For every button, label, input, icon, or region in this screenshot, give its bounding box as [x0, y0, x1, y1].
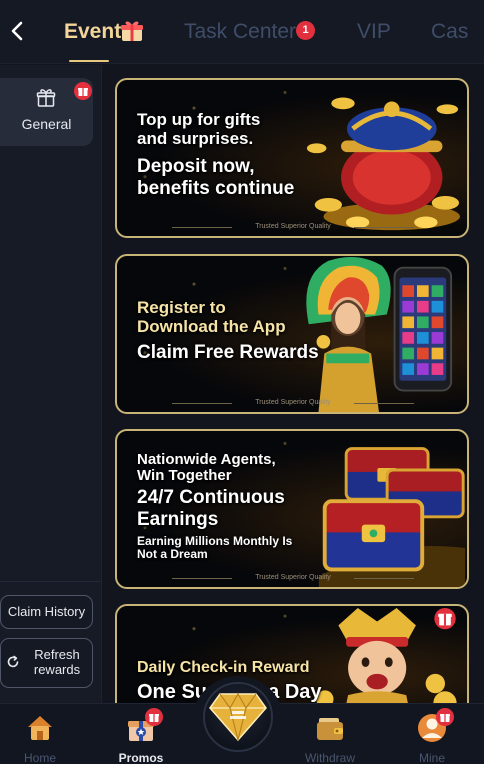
nav-mine-label: Mine — [418, 751, 445, 764]
nav-promos-label: Promos — [118, 751, 164, 764]
footer-rule-left — [172, 403, 232, 404]
promo-banner-deposit[interactable]: Top up for gifts and surprises. Deposit … — [115, 78, 469, 238]
top-tab-bar: Event Task Center 1 VIP Cas — [0, 0, 484, 64]
gold-diamond-icon — [209, 692, 267, 742]
nav-mine[interactable]: Mine — [392, 708, 472, 764]
refresh-icon — [7, 655, 19, 668]
banner-footer: Trusted Superior Quality — [117, 398, 467, 408]
banner-deposit-line-3: Deposit now, — [137, 156, 255, 177]
banner-agents-line-3: 24/7 Continuous — [137, 487, 285, 508]
nav-home[interactable]: Home — [0, 710, 80, 764]
banner-footer-text: Trusted Superior Quality — [255, 574, 331, 581]
footer-rule-left — [172, 227, 232, 228]
banner-app-line-2: Download the App — [137, 317, 286, 336]
banner-agents-line-1: Nationwide Agents, — [137, 451, 276, 468]
nav-home-label: Home — [23, 751, 56, 764]
tab-casino[interactable]: Cas — [431, 18, 468, 46]
tab-event-label: Event — [64, 20, 122, 43]
banner-deposit-line-4: benefits continue — [137, 178, 295, 199]
footer-rule-right — [354, 227, 414, 228]
category-sidebar: General Claim History Refresh rewards — [0, 65, 102, 703]
tab-task-center-label: Task Center — [184, 20, 297, 43]
gift-badge-icon — [436, 708, 454, 726]
gift-badge-icon — [74, 82, 92, 100]
task-center-badge: 1 — [296, 21, 315, 40]
treasure-pot-illustration — [306, 97, 460, 231]
promo-banner-checkin[interactable]: Daily Check-in Reward One Surprise a Day — [115, 604, 469, 703]
back-button[interactable] — [6, 16, 28, 46]
banner-footer: Trusted Superior Quality — [117, 222, 467, 232]
banner-agents-line-2: Win Together — [137, 467, 232, 484]
nav-promos[interactable]: Promos — [101, 708, 181, 764]
promo-banner-app-download[interactable]: Register to Download the App Claim Free … — [115, 254, 469, 414]
promotion-list: Top up for gifts and surprises. Deposit … — [103, 65, 484, 703]
banner-footer-text: Trusted Superior Quality — [255, 399, 331, 406]
footer-rule-right — [354, 578, 414, 579]
banner-app-line-1: Register to — [137, 298, 226, 317]
sidebar-divider — [0, 581, 102, 582]
fortune-god-illustration — [316, 607, 457, 703]
sidebar-item-general[interactable]: General — [0, 78, 93, 146]
banner-agents-line-6: Not a Dream — [137, 547, 208, 561]
claim-history-label: Claim History — [7, 604, 86, 619]
tab-vip[interactable]: VIP — [357, 18, 391, 46]
tab-event[interactable]: Event — [64, 18, 143, 46]
gift-icon — [121, 21, 143, 41]
feathered-woman-illustration — [306, 256, 453, 412]
gift-badge-icon — [145, 708, 163, 726]
refresh-rewards-button[interactable]: Refresh rewards — [0, 638, 93, 688]
nav-withdraw[interactable]: Withdraw — [290, 710, 370, 764]
banner-app-line-3: Claim Free Rewards — [137, 342, 319, 363]
wallet-icon — [317, 718, 343, 740]
banner-agents-line-4: Earnings — [137, 509, 219, 530]
banner-footer: Trusted Superior Quality — [117, 573, 467, 583]
nav-withdraw-label: Withdraw — [304, 751, 355, 764]
tab-vip-label: VIP — [357, 20, 391, 43]
banner-agents-line-5: Earning Millions Monthly Is — [137, 534, 293, 548]
nav-center-button[interactable] — [192, 676, 284, 764]
refresh-rewards-label: Refresh rewards — [33, 647, 81, 677]
banner-footer-text: Trusted Superior Quality — [255, 223, 331, 230]
treasure-chests-illustration — [318, 447, 466, 587]
claim-history-button[interactable]: Claim History — [0, 595, 93, 629]
banner-checkin-line-1: Daily Check-in Reward — [137, 659, 310, 676]
tab-task-center[interactable]: Task Center 1 — [184, 18, 315, 46]
sidebar-item-label: General — [21, 116, 72, 132]
tab-casino-label: Cas — [431, 20, 469, 43]
gift-outline-icon — [36, 89, 56, 107]
banner-deposit-line-1: Top up for gifts — [137, 110, 261, 129]
house-icon — [28, 716, 52, 740]
active-tab-indicator — [69, 60, 109, 62]
footer-rule-right — [354, 403, 414, 404]
footer-rule-left — [172, 578, 232, 579]
chevron-left-icon — [11, 21, 23, 41]
app-root: Event Task Center 1 VIP Cas General Clai… — [0, 0, 484, 764]
banner-deposit-line-2: and surprises. — [137, 129, 254, 148]
promo-banner-agents[interactable]: Nationwide Agents, Win Together 24/7 Con… — [115, 429, 469, 589]
